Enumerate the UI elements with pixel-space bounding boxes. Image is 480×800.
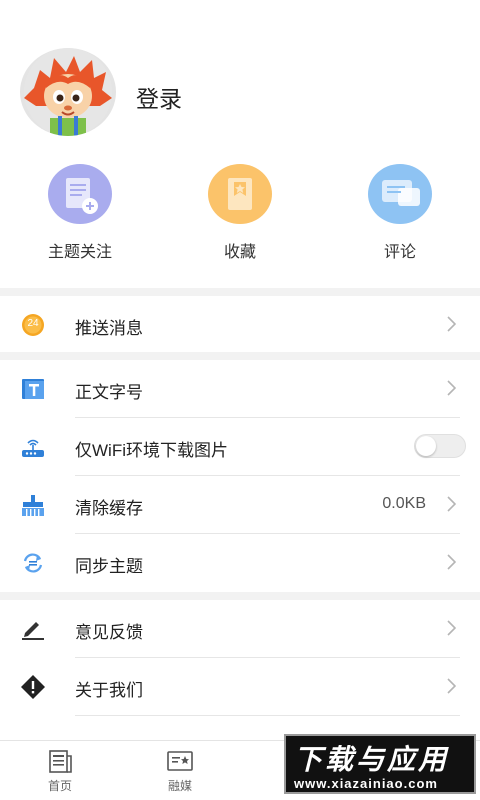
quick-actions: 主题关注 收藏 评论 <box>0 160 480 284</box>
cache-size-value: 0.0KB <box>382 495 426 512</box>
section-divider <box>0 592 480 600</box>
profile-header: 登录 <box>0 0 480 150</box>
tab-label: 首页 <box>47 779 72 793</box>
settings-row-clear-cache[interactable]: 清除缓存 0.0KB <box>0 476 480 534</box>
chevron-right-icon <box>447 678 456 694</box>
chevron-right-icon <box>447 620 456 636</box>
push-badge-icon: 24 <box>20 313 46 337</box>
row-divider <box>75 715 460 716</box>
push-badge-number: 24 <box>27 318 39 329</box>
quick-action-bookmark[interactable]: 收藏 <box>160 164 320 262</box>
sync-icon <box>20 551 46 575</box>
tab-label: 融媒 <box>167 779 192 793</box>
settings-row-font-size[interactable]: 正文字号 <box>0 360 480 418</box>
quick-action-label: 评论 <box>383 244 416 261</box>
section-divider <box>0 352 480 360</box>
toggle-knob <box>416 436 436 456</box>
login-label[interactable]: 登录 <box>136 80 182 114</box>
watermark-url: www.xiazainiao.com <box>294 776 438 791</box>
settings-row-sync-theme[interactable]: 同步主题 <box>0 534 480 592</box>
settings-row-label: 同步主题 <box>75 557 143 576</box>
media-icon <box>167 751 193 771</box>
settings-row-wifi-images[interactable]: 仅WiFi环境下载图片 <box>0 418 480 476</box>
info-diamond-icon <box>20 675 46 699</box>
quick-action-label: 收藏 <box>223 244 256 261</box>
settings-row-push[interactable]: 24 推送消息 <box>0 296 480 354</box>
settings-row-label: 意见反馈 <box>75 623 143 642</box>
chevron-right-icon <box>447 380 456 396</box>
news-icon <box>49 750 72 773</box>
chevron-right-icon <box>447 496 456 512</box>
avatar[interactable] <box>20 48 116 136</box>
quick-action-label: 主题关注 <box>47 244 112 261</box>
router-icon <box>20 435 46 459</box>
bookmark-icon <box>208 164 272 224</box>
chevron-right-icon <box>447 316 456 332</box>
watermark-logo: 下载与应用 www.xiazainiao.com <box>284 734 476 794</box>
subscribe-icon <box>48 164 112 224</box>
settings-row-label: 清除缓存 <box>75 499 143 518</box>
wifi-images-toggle[interactable] <box>414 434 466 458</box>
quick-action-subscribe[interactable]: 主题关注 <box>0 164 160 262</box>
edit-icon <box>20 617 46 641</box>
comment-icon <box>368 164 432 224</box>
section-divider <box>0 288 480 296</box>
quick-action-comment[interactable]: 评论 <box>320 164 480 262</box>
tab-home[interactable]: 首页 <box>20 747 100 794</box>
settings-row-about[interactable]: 关于我们 <box>0 658 480 716</box>
settings-row-label: 关于我们 <box>75 681 143 700</box>
watermark-title: 下载与应用 <box>294 744 450 775</box>
broom-icon <box>20 493 46 517</box>
font-size-icon <box>20 377 46 401</box>
settings-row-label: 仅WiFi环境下载图片 <box>75 441 228 460</box>
settings-row-label: 推送消息 <box>75 319 143 338</box>
tab-media[interactable]: 融媒 <box>140 747 220 794</box>
chevron-right-icon <box>447 554 456 570</box>
settings-row-label: 正文字号 <box>75 383 143 402</box>
settings-row-feedback[interactable]: 意见反馈 <box>0 600 480 658</box>
lion-mascot-icon <box>24 48 112 136</box>
